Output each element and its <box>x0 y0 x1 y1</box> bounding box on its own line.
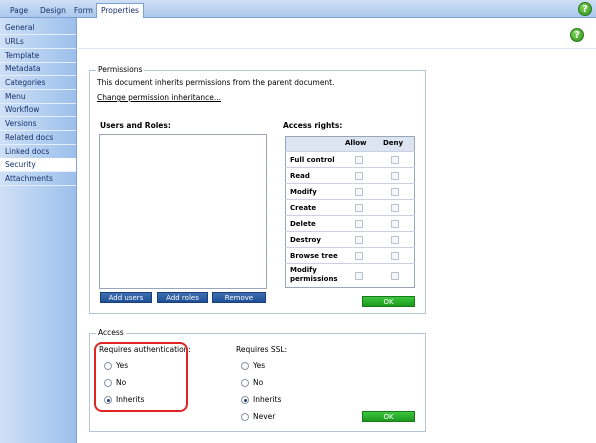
allow-checkbox[interactable] <box>355 272 363 280</box>
users-roles-list[interactable] <box>99 134 267 289</box>
deny-checkbox[interactable] <box>391 188 399 196</box>
allow-checkbox[interactable] <box>355 204 363 212</box>
add-users-button[interactable]: Add users <box>100 292 152 303</box>
right-label-line2: permissions <box>290 275 338 283</box>
add-roles-button[interactable]: Add roles <box>157 292 208 303</box>
sidebar-item-security[interactable]: Security <box>0 158 76 172</box>
sidebar-item-attachments[interactable]: Attachments <box>0 172 76 186</box>
sidebar-item-workflow[interactable]: Workflow <box>0 103 76 117</box>
ssl-radio[interactable] <box>241 379 249 387</box>
deny-checkbox[interactable] <box>391 252 399 260</box>
allow-checkbox[interactable] <box>355 156 363 164</box>
allow-checkbox[interactable] <box>355 236 363 244</box>
right-label: Create <box>290 204 317 212</box>
sidebar-item-general[interactable]: General <box>0 21 76 35</box>
inherit-text: This document inherits permissions from … <box>97 78 335 87</box>
sidebar-item-linked-docs[interactable]: Linked docs <box>0 145 76 159</box>
sidebar-item-metadata[interactable]: Metadata <box>0 62 76 76</box>
highlight-box <box>94 342 188 412</box>
permissions-ok-button[interactable]: OK <box>362 296 415 307</box>
change-inheritance-link[interactable]: Change permission inheritance... <box>97 93 221 102</box>
sidebar-item-menu[interactable]: Menu <box>0 90 76 104</box>
requires-ssl-label: Requires SSL: <box>236 345 288 354</box>
table-row: Full control <box>285 151 415 167</box>
allow-checkbox[interactable] <box>355 220 363 228</box>
ssl-radio[interactable] <box>241 413 249 421</box>
table-row: Modify permissions <box>285 263 415 287</box>
deny-checkbox[interactable] <box>391 236 399 244</box>
help-icon[interactable]: ? <box>578 2 592 16</box>
ssl-option-label: Never <box>253 412 276 421</box>
allow-checkbox[interactable] <box>355 172 363 180</box>
table-row: Browse tree <box>285 247 415 263</box>
allow-column-header: Allow <box>345 139 367 147</box>
table-row: Modify <box>285 183 415 199</box>
table-row: Destroy <box>285 231 415 247</box>
access-rights-label: Access rights: <box>283 121 343 130</box>
header-strip <box>78 18 596 49</box>
deny-checkbox[interactable] <box>391 204 399 212</box>
ssl-option-label: Yes <box>253 361 266 370</box>
right-label: Modify <box>290 188 317 196</box>
sidebar-item-related-docs[interactable]: Related docs <box>0 131 76 145</box>
right-label: Read <box>290 172 310 180</box>
tab-properties[interactable]: Properties <box>96 3 144 18</box>
deny-checkbox[interactable] <box>391 272 399 280</box>
right-label: Browse tree <box>290 252 338 260</box>
ssl-option-label: No <box>253 378 264 387</box>
table-row: Create <box>285 199 415 215</box>
sidebar-item-versions[interactable]: Versions <box>0 117 76 131</box>
users-roles-label: Users and Roles: <box>100 121 171 130</box>
sidebar-item-categories[interactable]: Categories <box>0 76 76 90</box>
deny-column-header: Deny <box>383 139 404 147</box>
tab-design[interactable]: Design <box>40 4 66 18</box>
permissions-legend: Permissions <box>96 65 145 74</box>
tab-form[interactable]: Form <box>74 4 93 18</box>
table-row: Read <box>285 167 415 183</box>
help-icon[interactable]: ? <box>570 28 584 42</box>
allow-checkbox[interactable] <box>355 188 363 196</box>
sidebar-item-urls[interactable]: URLs <box>0 35 76 49</box>
ssl-radio[interactable] <box>241 362 249 370</box>
right-label: Destroy <box>290 236 321 244</box>
remove-button[interactable]: Remove <box>212 292 266 303</box>
right-label: Full control <box>290 156 335 164</box>
right-label: Delete <box>290 220 316 228</box>
right-label: Modify <box>290 266 317 274</box>
table-row: Delete <box>285 215 415 231</box>
sidebar-item-template[interactable]: Template <box>0 49 76 63</box>
deny-checkbox[interactable] <box>391 156 399 164</box>
allow-checkbox[interactable] <box>355 252 363 260</box>
ssl-radio[interactable] <box>241 396 249 404</box>
access-ok-button[interactable]: OK <box>362 411 415 422</box>
ssl-option-label: Inherits <box>253 395 282 404</box>
deny-checkbox[interactable] <box>391 172 399 180</box>
access-legend: Access <box>96 328 126 337</box>
tab-page[interactable]: Page <box>10 4 28 18</box>
deny-checkbox[interactable] <box>391 220 399 228</box>
